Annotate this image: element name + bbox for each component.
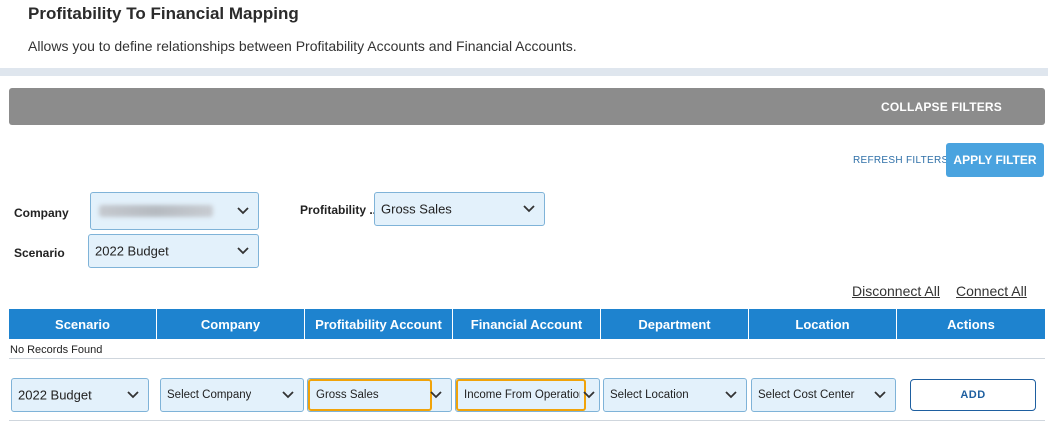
chevron-down-icon — [725, 391, 737, 399]
column-header-company[interactable]: Company — [157, 309, 305, 339]
company-filter-select[interactable] — [90, 192, 259, 230]
chevron-down-icon — [583, 391, 595, 399]
new-row-scenario-value: 2022 Budget — [18, 387, 92, 403]
scenario-filter-label: Scenario — [14, 246, 65, 260]
column-header-actions: Actions — [897, 309, 1045, 339]
new-row-department-select[interactable]: Select Location — [603, 378, 747, 412]
column-header-department[interactable]: Department — [601, 309, 749, 339]
row-divider — [9, 420, 1045, 421]
chevron-down-icon — [282, 391, 294, 399]
new-row-company-value: Select Company — [167, 389, 252, 401]
add-button[interactable]: ADD — [910, 379, 1036, 411]
chevron-down-icon — [523, 205, 535, 213]
new-row-profitability-account-select[interactable]: Gross Sales — [307, 378, 452, 412]
profitability-filter-value: Gross Sales — [381, 201, 452, 217]
new-row-scenario-select[interactable]: 2022 Budget — [11, 378, 149, 412]
chevron-down-icon — [237, 207, 249, 215]
company-filter-label: Company — [14, 206, 69, 220]
new-row-location-select[interactable]: Select Cost Center — [751, 378, 896, 412]
table-header: Scenario Company Profitability Account F… — [9, 309, 1045, 339]
company-filter-value — [99, 205, 213, 217]
scenario-filter-select[interactable]: 2022 Budget — [88, 234, 259, 268]
column-header-profitability-account[interactable]: Profitability Account — [305, 309, 453, 339]
collapse-filters-button[interactable]: COLLAPSE FILTERS — [881, 100, 1002, 114]
empty-table-message: No Records Found — [10, 344, 103, 356]
new-row-profitability-account-value: Gross Sales — [316, 389, 379, 401]
profitability-filter-label: Profitability ... — [300, 203, 380, 217]
chevron-down-icon — [874, 391, 886, 399]
connect-all-link[interactable]: Connect All — [956, 283, 1027, 299]
apply-filter-button[interactable]: APPLY FILTER — [946, 143, 1044, 177]
new-row-financial-account-value: Income From Operations — [464, 389, 580, 401]
new-row-company-select[interactable]: Select Company — [160, 378, 304, 412]
new-row-financial-account-select[interactable]: Income From Operations — [455, 378, 600, 412]
page-title: Profitability To Financial Mapping — [28, 4, 299, 23]
profitability-filter-select[interactable]: Gross Sales — [374, 192, 545, 226]
chevron-down-icon — [237, 247, 249, 255]
scenario-filter-value: 2022 Budget — [95, 243, 169, 259]
chevron-down-icon — [430, 391, 442, 399]
section-divider — [0, 68, 1048, 76]
new-row-location-value: Select Cost Center — [758, 389, 855, 401]
column-header-financial-account[interactable]: Financial Account — [453, 309, 601, 339]
column-header-location[interactable]: Location — [749, 309, 897, 339]
page-description: Allows you to define relationships betwe… — [28, 38, 577, 54]
disconnect-all-link[interactable]: Disconnect All — [852, 283, 940, 299]
new-row-department-value: Select Location — [610, 389, 689, 401]
row-divider — [9, 358, 1045, 359]
chevron-down-icon — [127, 391, 139, 399]
refresh-filters-link[interactable]: REFRESH FILTERS — [853, 155, 948, 166]
column-header-scenario[interactable]: Scenario — [9, 309, 157, 339]
